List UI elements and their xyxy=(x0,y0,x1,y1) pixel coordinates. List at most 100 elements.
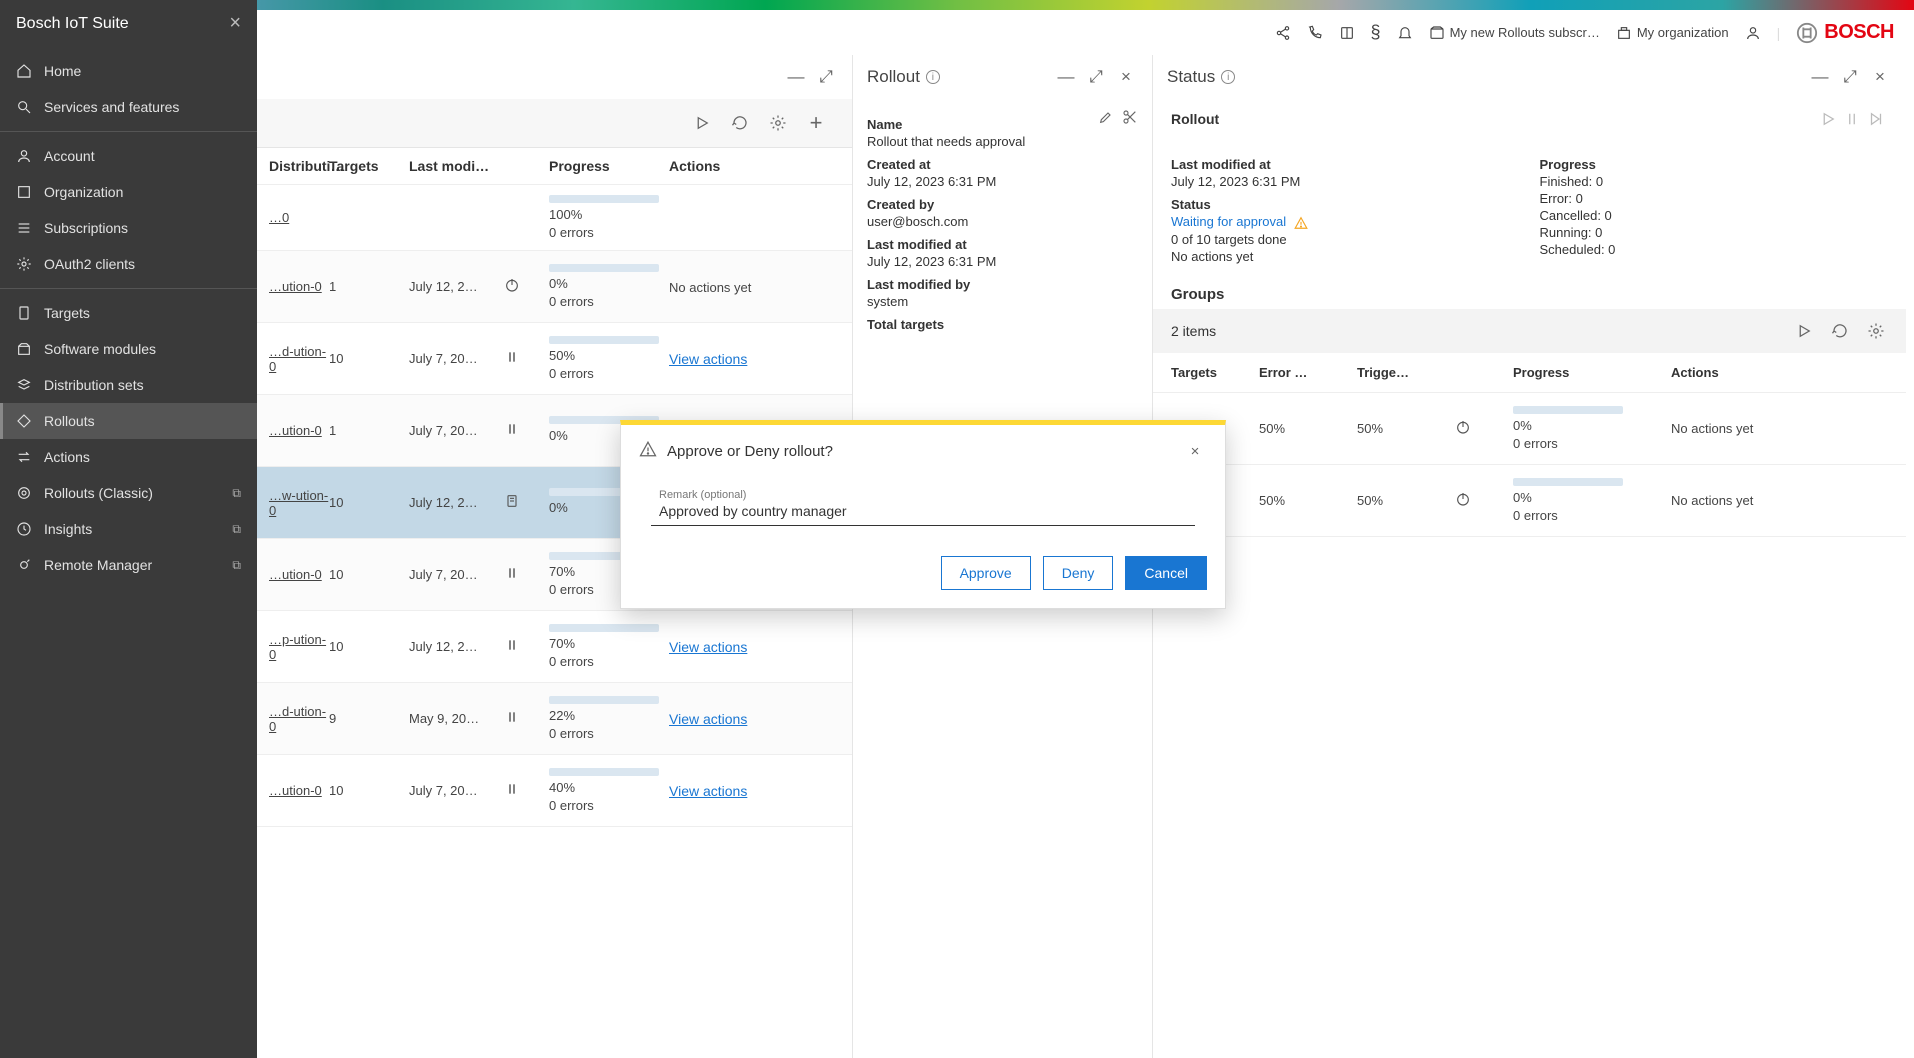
sidebar-item-remote-manager[interactable]: Remote Manager ⧉ xyxy=(0,547,257,583)
sidebar-item-actions[interactable]: Actions xyxy=(0,439,257,475)
external-link-icon: ⧉ xyxy=(232,558,241,573)
view-actions-link[interactable]: View actions xyxy=(669,711,747,727)
paragraph-icon[interactable]: § xyxy=(1371,22,1381,43)
deny-button[interactable]: Deny xyxy=(1043,556,1114,590)
sidebar-item-insights[interactable]: Insights ⧉ xyxy=(0,511,257,547)
play-icon[interactable] xyxy=(1792,319,1816,343)
group-row[interactable]: …2 5 50% 50% 0%0 errors No actions yet xyxy=(1153,465,1906,537)
minimize-icon[interactable]: — xyxy=(1054,65,1078,89)
gear-icon[interactable] xyxy=(1864,319,1888,343)
share-icon[interactable] xyxy=(1275,25,1291,41)
group-row[interactable]: … 5 50% 50% 0%0 errors No actions yet xyxy=(1153,393,1906,465)
sidebar-item-oauth[interactable]: OAuth2 clients xyxy=(0,246,257,282)
expand-icon[interactable]: ⤢ xyxy=(814,65,838,89)
close-icon[interactable]: × xyxy=(229,12,241,35)
sidebar: Bosch IoT Suite × Home Services and feat… xyxy=(0,0,257,1058)
subscription-selector[interactable]: My new Rollouts subscr… xyxy=(1429,25,1600,41)
stack-icon xyxy=(16,377,32,393)
view-actions-link[interactable]: View actions xyxy=(669,639,747,655)
sidebar-item-subscriptions[interactable]: Subscriptions xyxy=(0,210,257,246)
sidebar-item-targets[interactable]: Targets xyxy=(0,295,257,331)
minimize-icon[interactable]: — xyxy=(1808,65,1832,89)
groups-headers: Targets Error … Trigge… Progress Actions xyxy=(1153,353,1906,393)
sidebar-item-organization[interactable]: Organization xyxy=(0,174,257,210)
table-row[interactable]: …p-ution-0 10 July 12, 2… 70%0 errors Vi… xyxy=(257,611,852,683)
table-row[interactable]: …d-ution-0 9 May 9, 20… 22%0 errors View… xyxy=(257,683,852,755)
status-icon xyxy=(504,565,549,584)
suite-title: Bosch IoT Suite xyxy=(16,15,129,33)
refresh-icon[interactable] xyxy=(728,111,752,135)
search-icon xyxy=(16,99,32,115)
brand-rainbow xyxy=(0,0,1914,10)
distribution-link[interactable]: …w-ution-0 xyxy=(269,488,329,518)
sidebar-item-distribution-sets[interactable]: Distribution sets xyxy=(0,367,257,403)
add-icon[interactable]: + xyxy=(804,111,828,135)
table-row[interactable]: …d-ution-0 10 July 7, 20… 50%0 errors Vi… xyxy=(257,323,852,395)
list-icon xyxy=(16,220,32,236)
book-icon[interactable] xyxy=(1339,25,1355,41)
pause-icon[interactable] xyxy=(1840,107,1864,131)
cancel-button[interactable]: Cancel xyxy=(1125,556,1207,590)
expand-icon[interactable]: ⤢ xyxy=(1084,65,1108,89)
distribution-link[interactable]: …ution-0 xyxy=(269,567,329,582)
status-title: Status xyxy=(1167,67,1215,87)
power-icon xyxy=(1455,419,1505,438)
approve-button[interactable]: Approve xyxy=(941,556,1031,590)
distribution-link[interactable]: …d-ution-0 xyxy=(269,704,329,734)
table-row[interactable]: …ution-0 10 July 7, 20… 40%0 errors View… xyxy=(257,755,852,827)
view-actions-link[interactable]: View actions xyxy=(669,351,747,367)
list-headers: Distributi… Targets Last modi… Progress … xyxy=(257,148,852,185)
rollouts-icon xyxy=(16,413,32,429)
distribution-link[interactable]: …ution-0 xyxy=(269,279,329,294)
close-icon[interactable]: × xyxy=(1114,65,1138,89)
skip-icon[interactable] xyxy=(1864,107,1888,131)
scissors-icon[interactable] xyxy=(1122,109,1138,128)
status-icon xyxy=(504,709,549,728)
info-icon[interactable]: i xyxy=(926,70,940,84)
sidebar-item-account[interactable]: Account xyxy=(0,138,257,174)
groups-title: Groups xyxy=(1153,274,1906,309)
distribution-link[interactable]: …p-ution-0 xyxy=(269,632,329,662)
refresh-icon[interactable] xyxy=(1828,319,1852,343)
notifications-icon[interactable] xyxy=(1397,25,1413,41)
view-actions-link[interactable]: View actions xyxy=(669,783,747,799)
warning-icon xyxy=(639,440,657,462)
rollout-label: Rollout xyxy=(1171,111,1219,127)
close-icon[interactable]: × xyxy=(1183,439,1207,463)
sidebar-item-rollouts[interactable]: Rollouts xyxy=(0,403,257,439)
remark-input[interactable]: Remark (optional) Approved by country ma… xyxy=(651,487,1195,526)
phone-icon[interactable] xyxy=(1307,25,1323,41)
gear-icon[interactable] xyxy=(766,111,790,135)
minimize-icon[interactable]: — xyxy=(784,65,808,89)
user-icon[interactable] xyxy=(1745,25,1761,41)
bosch-logo-icon xyxy=(1796,22,1818,44)
insights-icon xyxy=(16,521,32,537)
sidebar-item-home[interactable]: Home xyxy=(0,53,257,89)
gear-icon xyxy=(16,256,32,272)
organization-selector[interactable]: My organization xyxy=(1616,25,1729,41)
expand-icon[interactable]: ⤢ xyxy=(1838,65,1862,89)
modal-title: Approve or Deny rollout? xyxy=(667,443,833,460)
edit-icon[interactable] xyxy=(1098,109,1114,128)
sidebar-item-software-modules[interactable]: Software modules xyxy=(0,331,257,367)
distribution-link[interactable]: …0 xyxy=(269,210,329,225)
play-icon[interactable] xyxy=(1816,107,1840,131)
status-value-link[interactable]: Waiting for approval xyxy=(1171,214,1286,229)
top-bar: § My new Rollouts subscr… My organizatio… xyxy=(0,10,1914,55)
info-icon[interactable]: i xyxy=(1221,70,1235,84)
distribution-link[interactable]: …ution-0 xyxy=(269,423,329,438)
power-icon xyxy=(1455,491,1505,510)
status-icon xyxy=(504,421,549,440)
distribution-link[interactable]: …ution-0 xyxy=(269,783,329,798)
status-icon xyxy=(504,781,549,800)
sidebar-item-rollouts-classic[interactable]: Rollouts (Classic) ⧉ xyxy=(0,475,257,511)
play-icon[interactable] xyxy=(690,111,714,135)
table-row[interactable]: …0 100%0 errors xyxy=(257,185,852,251)
target-icon xyxy=(16,485,32,501)
distribution-link[interactable]: …d-ution-0 xyxy=(269,344,329,374)
table-row[interactable]: …ution-0 1 July 12, 2… 0%0 errors No act… xyxy=(257,251,852,323)
close-icon[interactable]: × xyxy=(1868,65,1892,89)
sidebar-item-services[interactable]: Services and features xyxy=(0,89,257,125)
rollout-title: Rollout xyxy=(867,67,920,87)
home-icon xyxy=(16,63,32,79)
